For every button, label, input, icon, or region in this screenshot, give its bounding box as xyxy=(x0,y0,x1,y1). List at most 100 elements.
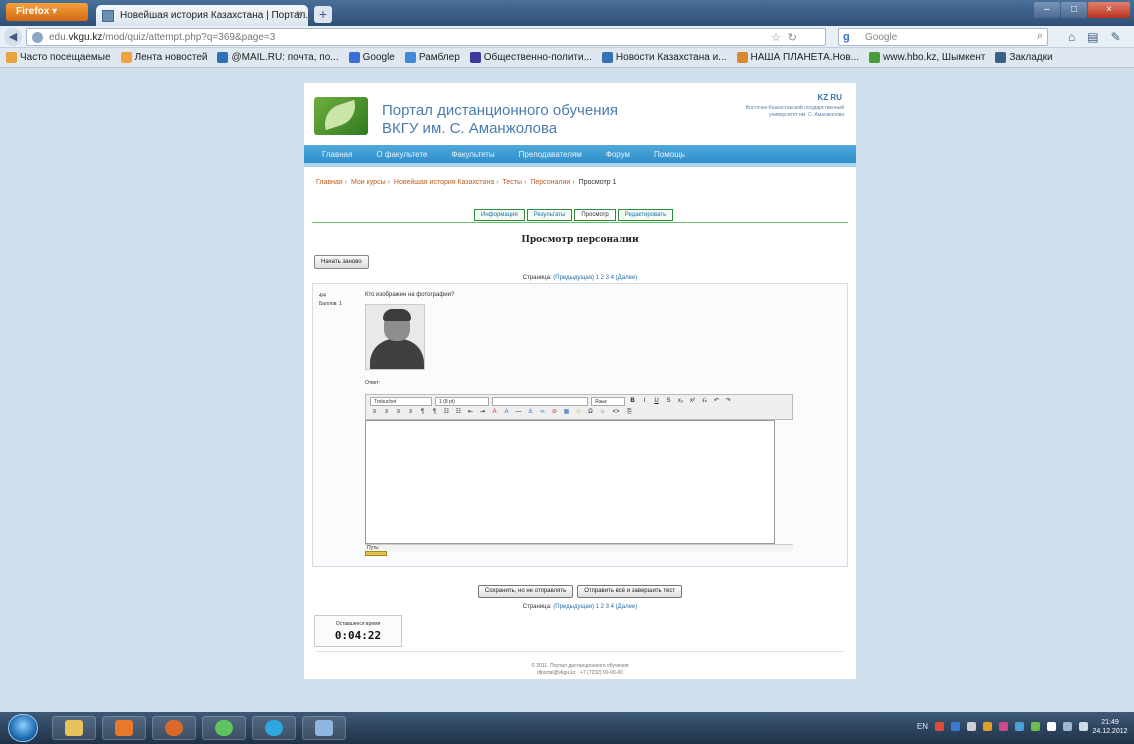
volume-icon[interactable] xyxy=(1079,722,1088,731)
maximize-button[interactable]: □ xyxy=(1061,2,1087,18)
language-indicator[interactable]: EN xyxy=(917,722,928,731)
browser-tab-active[interactable]: Новейшая история Казахстана | Портал... … xyxy=(96,5,308,26)
minimize-button[interactable]: – xyxy=(1034,2,1060,18)
tray-icon[interactable] xyxy=(935,722,944,731)
spellcheck-icon[interactable]: ⎘ xyxy=(625,408,634,417)
italic-button[interactable]: I xyxy=(640,397,649,406)
prev-page-link[interactable]: (Предыдущая) xyxy=(553,604,594,610)
downloads-icon[interactable]: ▤ xyxy=(1087,30,1098,44)
editor-resize-handle[interactable] xyxy=(365,551,387,556)
menu-item[interactable]: Помощь xyxy=(644,145,695,163)
underline-button[interactable]: U xyxy=(652,397,661,406)
bookmark-star-icon[interactable]: ☆ xyxy=(771,31,781,44)
tray-icon[interactable] xyxy=(1031,722,1040,731)
language-select[interactable]: Язык xyxy=(591,397,625,406)
smiley-icon[interactable]: ☺ xyxy=(574,408,583,417)
redo-button[interactable]: ↷ xyxy=(724,397,733,406)
bookmark-item[interactable]: Рамблер xyxy=(404,52,460,63)
bookmark-item[interactable]: Лента новостей xyxy=(120,52,207,63)
flag-icon[interactable] xyxy=(1047,722,1056,731)
menu-item[interactable]: Факультеты xyxy=(441,145,504,163)
search-bar[interactable]: g Google ⌕ xyxy=(838,28,1048,46)
align-center-icon[interactable]: ≡ xyxy=(382,408,391,417)
reload-icon[interactable]: ↻ xyxy=(788,31,797,44)
menu-item[interactable]: Форум xyxy=(596,145,640,163)
font-family-select[interactable]: Trebuchet xyxy=(370,397,432,406)
back-arrow-icon[interactable]: ◀ xyxy=(4,28,22,46)
ltr-icon[interactable]: ¶ xyxy=(418,408,427,417)
tab-close-icon[interactable]: × xyxy=(296,9,302,20)
prev-page-link[interactable]: (Предыдущая) xyxy=(553,275,594,281)
tray-icon[interactable] xyxy=(983,722,992,731)
breadcrumb-link[interactable]: Главная xyxy=(316,179,343,186)
breadcrumb-link[interactable]: Тесты xyxy=(503,179,523,186)
bookmark-item[interactable]: @MAIL.RU: почта, по... xyxy=(217,52,339,63)
site-identity-icon[interactable] xyxy=(32,32,43,43)
tray-icon[interactable] xyxy=(999,722,1008,731)
bookmark-item[interactable]: Часто посещаемые xyxy=(6,52,111,63)
align-left-icon[interactable]: ≡ xyxy=(370,408,379,417)
home-icon[interactable]: ⌂ xyxy=(1068,30,1075,44)
link-icon[interactable]: ∞ xyxy=(538,408,547,417)
menu-item[interactable]: Главная xyxy=(312,145,362,163)
menu-item[interactable]: О факультете xyxy=(366,145,437,163)
bookmarks-menu[interactable]: Закладки xyxy=(995,52,1053,63)
undo-button[interactable]: ↶ xyxy=(712,397,721,406)
address-bar[interactable]: edu.vkgu.kz/mod/quiz/attempt.php?q=369&p… xyxy=(26,28,826,46)
addon-icon[interactable]: ✎ xyxy=(1111,30,1121,44)
superscript-button[interactable]: x² xyxy=(688,397,697,406)
menu-item[interactable]: Преподавателям xyxy=(509,145,592,163)
tray-icon[interactable] xyxy=(967,722,976,731)
search-icon[interactable]: ⌕ xyxy=(1037,30,1043,43)
tab-edit[interactable]: Редактировать xyxy=(617,209,674,221)
anchor-icon[interactable]: ⚓ xyxy=(526,408,535,417)
special-char-icon[interactable]: Ω xyxy=(586,408,595,417)
clean-button[interactable]: ⎌ xyxy=(700,397,709,406)
start-button[interactable] xyxy=(8,714,38,742)
start-again-button[interactable]: Начать заново xyxy=(314,255,369,269)
google-icon[interactable]: g xyxy=(843,31,850,43)
tray-icon[interactable] xyxy=(951,722,960,731)
network-icon[interactable] xyxy=(1063,722,1072,731)
justify-icon[interactable]: ≡ xyxy=(406,408,415,417)
page-number-links[interactable]: 1 2 3 4 xyxy=(596,604,614,610)
subscript-button[interactable]: x₂ xyxy=(676,397,685,406)
taskbar-firefox[interactable] xyxy=(152,716,196,740)
bookmark-item[interactable]: Google xyxy=(348,52,395,63)
indent-icon[interactable]: ⇥ xyxy=(478,408,487,417)
taskbar-skype[interactable] xyxy=(252,716,296,740)
align-right-icon[interactable]: ≡ xyxy=(394,408,403,417)
taskbar-media-player[interactable] xyxy=(102,716,146,740)
university-logo[interactable] xyxy=(314,97,368,135)
firefox-menu-button[interactable]: Firefox ▾ xyxy=(6,3,88,21)
font-size-select[interactable]: 1 (8 pt) xyxy=(435,397,489,406)
system-clock[interactable]: 21:49 24.12.2012 xyxy=(1090,718,1130,736)
breadcrumb-link[interactable]: Мои курсы xyxy=(351,179,386,186)
answer-textarea[interactable] xyxy=(365,420,775,544)
close-window-button[interactable]: × xyxy=(1088,2,1130,18)
tab-results[interactable]: Результаты xyxy=(526,209,573,221)
outdent-icon[interactable]: ⇤ xyxy=(466,408,475,417)
breadcrumb-link[interactable]: Персоналии xyxy=(530,179,570,186)
html-source-icon[interactable]: <> xyxy=(610,408,622,417)
bookmark-item[interactable]: Новости Казахстана и... xyxy=(601,52,727,63)
bg-color-icon[interactable]: A xyxy=(502,408,511,417)
submit-all-finish-button[interactable]: Отправить всё и завершить тест xyxy=(577,585,683,598)
ordered-list-icon[interactable]: ☷ xyxy=(442,408,451,417)
rtl-icon[interactable]: ¶ xyxy=(430,408,439,417)
bold-button[interactable]: B xyxy=(628,397,637,406)
heading-select[interactable] xyxy=(492,397,588,406)
tab-preview[interactable]: Просмотр xyxy=(574,209,616,221)
tab-info[interactable]: Информация xyxy=(474,209,525,221)
next-page-link[interactable]: (Далее) xyxy=(616,604,638,610)
next-page-link[interactable]: (Далее) xyxy=(616,275,638,281)
taskbar-explorer[interactable] xyxy=(52,716,96,740)
tray-icon[interactable] xyxy=(1015,722,1024,731)
taskbar-chat[interactable] xyxy=(202,716,246,740)
language-flags[interactable]: KZ RU xyxy=(818,93,842,102)
page-number-links[interactable]: 1 2 3 4 xyxy=(596,275,614,281)
save-without-submit-button[interactable]: Сохранить, но не отправлять xyxy=(477,585,574,598)
bookmark-item[interactable]: www.hbo.kz, Шымкент xyxy=(869,52,985,63)
horizontal-rule-icon[interactable]: — xyxy=(514,408,523,417)
taskbar-document[interactable] xyxy=(302,716,346,740)
